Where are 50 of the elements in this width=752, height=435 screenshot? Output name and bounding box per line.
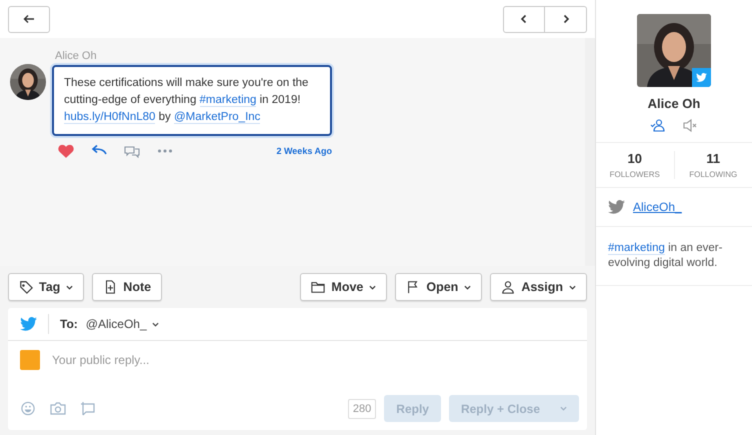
caret-icon [560,406,567,411]
back-arrow-icon [23,13,35,25]
following-label: FOLLOWING [689,170,738,179]
previous-button[interactable] [503,6,545,32]
message-link[interactable]: #marketing [200,94,256,107]
to-label: To: [60,317,78,331]
scrollbar[interactable] [585,38,595,266]
message-link[interactable]: @MarketPro_Inc [174,111,260,124]
tag-icon [19,280,33,294]
comments-icon[interactable] [124,144,140,158]
recipient-dropdown[interactable]: @AliceOh_ [86,317,159,331]
character-count: 280 [348,398,376,418]
bird-icon [696,73,707,82]
heart-icon[interactable] [58,144,74,158]
followers-label: FOLLOWERS [610,170,660,179]
reply-field[interactable]: Your public reply... [52,352,575,368]
followers-count: 10 [628,151,642,166]
profile-name: Alice Oh [648,96,700,111]
dropdown-button[interactable]: Open [395,273,482,301]
message-text: These certifications will make sure you're on the cutting-edge of everything #marketing in 2019! hubs.ly/H0fNnL80 by @MarketPro_Inc [52,65,332,136]
caret-icon [464,284,472,290]
dropdown-button[interactable]: Assign [490,273,587,301]
flag-icon [406,280,420,294]
caret-icon [369,284,376,290]
dropdown-button[interactable]: Tag [8,273,84,301]
dropdown-button[interactable]: Move [300,273,388,301]
folder-icon [311,280,326,294]
timestamp: 2 Weeks Ago [276,146,332,156]
back-button[interactable] [8,6,50,32]
smiley-icon[interactable] [20,401,36,416]
caret-icon [152,322,159,326]
mute-icon[interactable] [683,119,698,132]
caret-icon [66,284,74,290]
profile-handle-link[interactable]: AliceOh_ [633,200,682,214]
author-name: Alice Oh [55,50,98,62]
next-button[interactable] [545,6,587,32]
caret-icon [569,284,576,290]
following-count: 11 [706,151,720,166]
profile-bio: #marketing in an ever-evolving digital world. [596,227,752,286]
follow-icon[interactable] [650,119,665,132]
bird-icon [20,317,37,331]
hashtag-link[interactable]: #marketing [608,242,665,255]
camera-icon[interactable] [50,401,66,416]
note-icon [103,280,118,294]
account-logo-icon [20,350,40,370]
message-link[interactable]: hubs.ly/H0fNnL80 [64,111,156,124]
speech-bubble-icon[interactable] [80,401,96,416]
bird-icon [608,200,625,214]
toolbar-button[interactable]: Note [92,273,162,301]
person-icon [501,280,516,294]
